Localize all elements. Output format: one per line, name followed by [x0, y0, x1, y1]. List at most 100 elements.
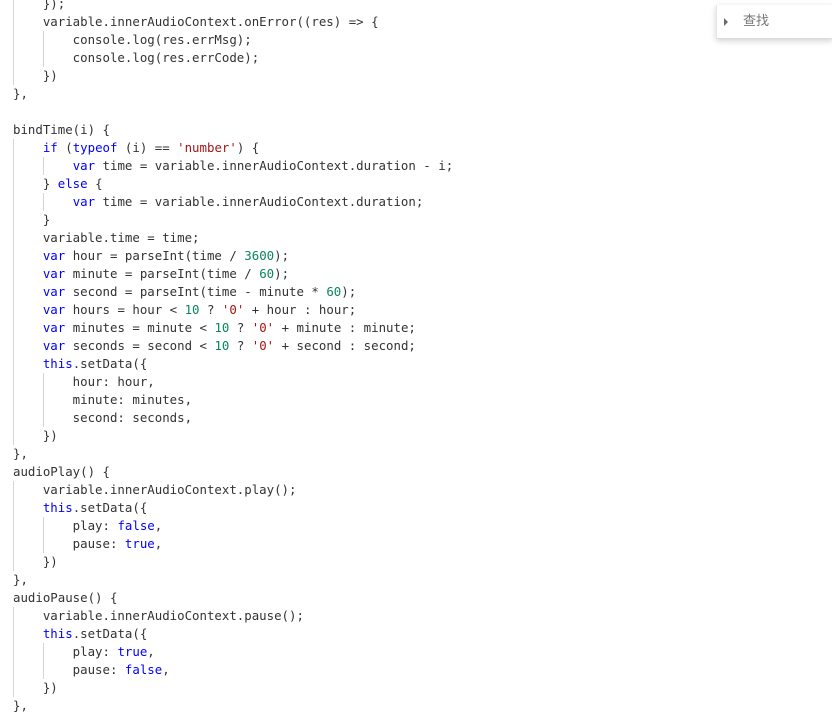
- code-line: second: seconds,: [13, 409, 192, 427]
- code-line: var time = variable.innerAudioContext.du…: [13, 193, 424, 211]
- code-line: this.setData({: [13, 499, 147, 517]
- code-line: pause: false,: [13, 661, 170, 679]
- code-token: else: [57, 176, 88, 191]
- code-token: (i) ==: [117, 140, 178, 155]
- code-token: + second : second;: [274, 338, 416, 353]
- code-line: console.log(res.errMsg);: [13, 31, 252, 49]
- code-line: variable.innerAudioContext.onError((res)…: [13, 13, 379, 31]
- indent-guide: [43, 31, 45, 67]
- code-token: ) {: [236, 140, 260, 155]
- code-token: ?: [229, 338, 252, 353]
- code-token: },: [13, 446, 28, 461]
- code-token: variable.innerAudioContext.pause();: [13, 608, 304, 623]
- code-token: this: [42, 626, 73, 641]
- code-token: (: [57, 140, 73, 155]
- code-line: variable.innerAudioContext.pause();: [13, 607, 304, 625]
- code-line: variable.time = time;: [13, 229, 200, 247]
- code-line: var minute = parseInt(time / 60);: [13, 265, 289, 283]
- code-token: hour: hour,: [13, 374, 155, 389]
- code-line: }): [13, 67, 58, 85]
- code-token: ?: [199, 302, 222, 317]
- code-token: audioPlay() {: [13, 464, 110, 479]
- code-token: seconds = second <: [65, 338, 215, 353]
- code-token: 60: [259, 266, 275, 281]
- code-line: if (typeof (i) == 'number') {: [13, 139, 259, 157]
- code-token: second = parseInt(time - minute *: [65, 284, 327, 299]
- code-token: true: [124, 536, 155, 551]
- code-token: ?: [229, 320, 252, 335]
- code-token: var: [42, 302, 66, 317]
- code-token: .setData({: [72, 500, 148, 515]
- code-line: } else {: [13, 175, 103, 193]
- indent-guide: [13, 0, 14, 85]
- code-token: 60: [326, 284, 342, 299]
- code-token: var: [72, 194, 96, 209]
- code-token: ,: [154, 536, 163, 551]
- code-token: }): [13, 68, 58, 83]
- code-token: + hour : hour;: [244, 302, 357, 317]
- code-line: var seconds = second < 10 ? '0' + second…: [13, 337, 416, 355]
- indent-guide: [43, 517, 45, 553]
- code-token: console.log(res.errMsg);: [13, 32, 252, 47]
- code-line: this.setData({: [13, 625, 147, 643]
- code-line: variable.innerAudioContext.play();: [13, 481, 297, 499]
- code-token: '0': [221, 302, 245, 317]
- code-token: ,: [154, 518, 163, 533]
- code-token: var: [42, 284, 66, 299]
- code-line: audioPause() {: [13, 589, 117, 607]
- code-line: }: [13, 211, 50, 229]
- code-token: ,: [147, 644, 155, 659]
- code-token: minute: minutes,: [13, 392, 193, 407]
- code-line: },: [13, 445, 28, 463]
- code-token: console.log(res.errCode);: [13, 50, 260, 65]
- code-token: var: [42, 248, 66, 263]
- code-token: },: [13, 698, 28, 713]
- code-token: var: [42, 338, 66, 353]
- indent-guide: [43, 373, 45, 427]
- code-token: this: [42, 356, 73, 371]
- find-input[interactable]: [739, 9, 832, 33]
- code-token: 10: [184, 302, 200, 317]
- code-token: });: [13, 0, 66, 11]
- code-token: .setData({: [72, 356, 148, 371]
- code-token: );: [274, 248, 290, 263]
- code-token: this: [42, 500, 73, 515]
- code-token: }): [13, 680, 58, 695]
- indent-guide: [13, 139, 14, 445]
- code-line: minute: minutes,: [13, 391, 192, 409]
- code-token: '0': [251, 320, 275, 335]
- code-token: }: [13, 212, 51, 227]
- code-token: false: [117, 518, 155, 533]
- code-token: variable.innerAudioContext.onError((res)…: [13, 14, 379, 29]
- code-line: play: true,: [13, 643, 155, 661]
- code-token: 10: [214, 338, 230, 353]
- code-token: minutes = minute <: [65, 320, 215, 335]
- code-token: hours = hour <: [65, 302, 185, 317]
- code-token: time = variable.innerAudioContext.durati…: [95, 194, 424, 209]
- code-line: },: [13, 571, 28, 589]
- code-line: });: [13, 0, 65, 13]
- indent-guide: [13, 607, 14, 697]
- code-line: console.log(res.errCode);: [13, 49, 260, 67]
- code-token: var: [72, 158, 96, 173]
- code-token: pause:: [13, 536, 125, 551]
- code-token: var: [42, 320, 66, 335]
- code-token: pause:: [13, 662, 125, 677]
- code-token: hour = parseInt(time /: [65, 248, 245, 263]
- chevron-right-icon: [724, 17, 728, 26]
- code-line: var hour = parseInt(time / 3600);: [13, 247, 289, 265]
- code-line: }): [13, 553, 58, 571]
- code-token: );: [341, 284, 357, 299]
- code-token: }): [13, 554, 58, 569]
- code-token: minute = parseInt(time /: [65, 266, 260, 281]
- code-token: variable.innerAudioContext.play();: [13, 482, 297, 497]
- code-line: var hours = hour < 10 ? '0' + hour : hou…: [13, 301, 356, 319]
- expand-replace-toggle[interactable]: [717, 5, 735, 38]
- code-editor[interactable]: }); variable.innerAudioContext.onError((…: [0, 0, 832, 719]
- code-token: false: [124, 662, 163, 677]
